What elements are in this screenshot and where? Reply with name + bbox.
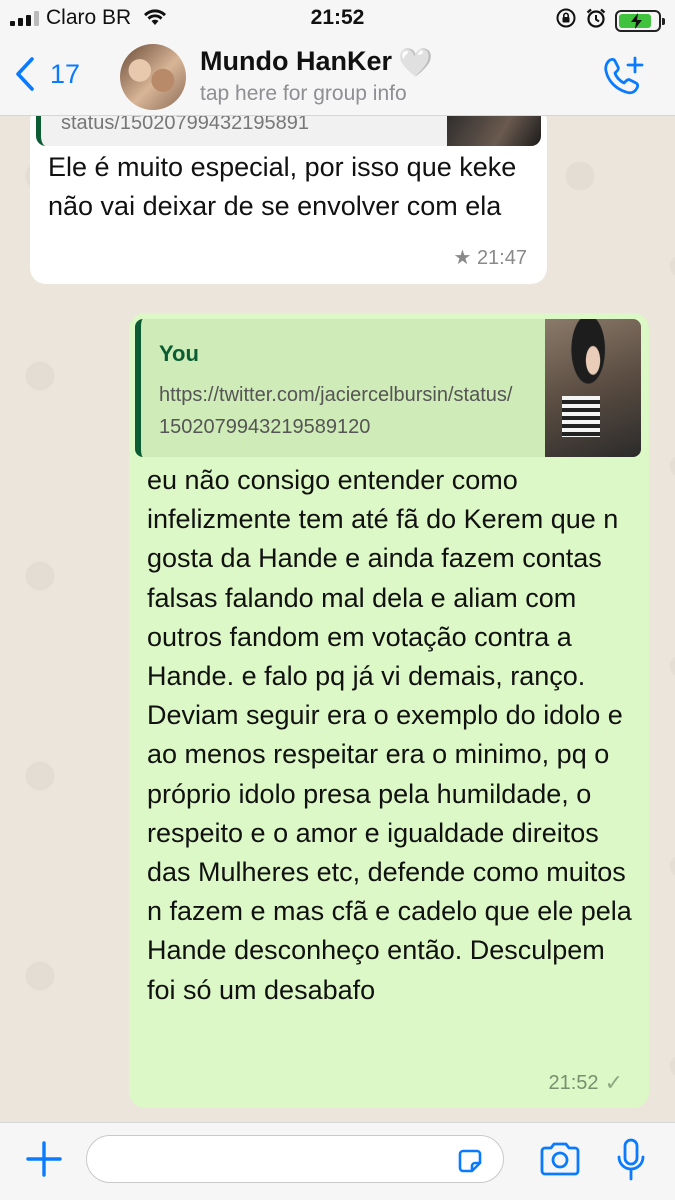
chat-area[interactable]: status/15020799432195891 Ele é muito esp… bbox=[0, 116, 675, 1122]
chat-header: 17 Mundo HanKer 🤍 tap here for group info bbox=[0, 36, 675, 116]
group-name[interactable]: Mundo HanKer 🤍 bbox=[200, 46, 433, 79]
sticker-icon[interactable] bbox=[455, 1146, 485, 1181]
status-bar: Claro BR 21:52 bbox=[0, 0, 675, 36]
white-heart-emoji: 🤍 bbox=[398, 47, 433, 79]
outgoing-message[interactable]: You https://twitter.com/jaciercelbursin/… bbox=[129, 313, 649, 1108]
chevron-left-icon bbox=[16, 57, 34, 91]
quoted-thumbnail bbox=[447, 116, 541, 146]
incoming-message[interactable]: status/15020799432195891 Ele é muito esp… bbox=[30, 116, 547, 284]
message-time: 21:52 bbox=[548, 1071, 599, 1094]
quoted-link: https://twitter.com/jaciercelbursin/stat… bbox=[159, 384, 513, 438]
alarm-icon bbox=[585, 7, 607, 34]
quoted-message[interactable]: You https://twitter.com/jaciercelbursin/… bbox=[135, 319, 641, 457]
quote-author: You bbox=[159, 341, 199, 366]
unread-count: 17 bbox=[50, 58, 81, 89]
group-name-text: Mundo HanKer bbox=[200, 46, 392, 76]
message-meta: ★ 21:47 bbox=[453, 245, 527, 270]
quoted-message[interactable]: status/15020799432195891 bbox=[36, 116, 541, 146]
star-icon: ★ bbox=[453, 247, 472, 269]
sent-check-icon: ✓ bbox=[604, 1070, 623, 1095]
add-call-icon[interactable] bbox=[601, 54, 645, 103]
orientation-lock-icon bbox=[555, 7, 577, 34]
group-info-hint[interactable]: tap here for group info bbox=[200, 82, 407, 106]
battery-icon bbox=[615, 9, 665, 32]
camera-icon[interactable] bbox=[538, 1141, 582, 1182]
message-time: 21:47 bbox=[476, 247, 527, 269]
message-text: Ele é muito especial, por isso que keke … bbox=[48, 152, 517, 221]
message-input[interactable] bbox=[86, 1135, 504, 1183]
group-avatar[interactable] bbox=[120, 44, 186, 110]
back-button[interactable]: 17 bbox=[14, 56, 80, 92]
microphone-icon[interactable] bbox=[616, 1137, 646, 1188]
quoted-thumbnail bbox=[545, 319, 641, 457]
message-text: eu não consigo entender como infelizment… bbox=[147, 465, 632, 1005]
message-meta: 21:52 ✓ bbox=[549, 1070, 624, 1096]
quoted-text: status/15020799432195891 bbox=[61, 116, 310, 134]
plus-icon[interactable] bbox=[24, 1139, 64, 1187]
composer-bar bbox=[0, 1122, 675, 1200]
